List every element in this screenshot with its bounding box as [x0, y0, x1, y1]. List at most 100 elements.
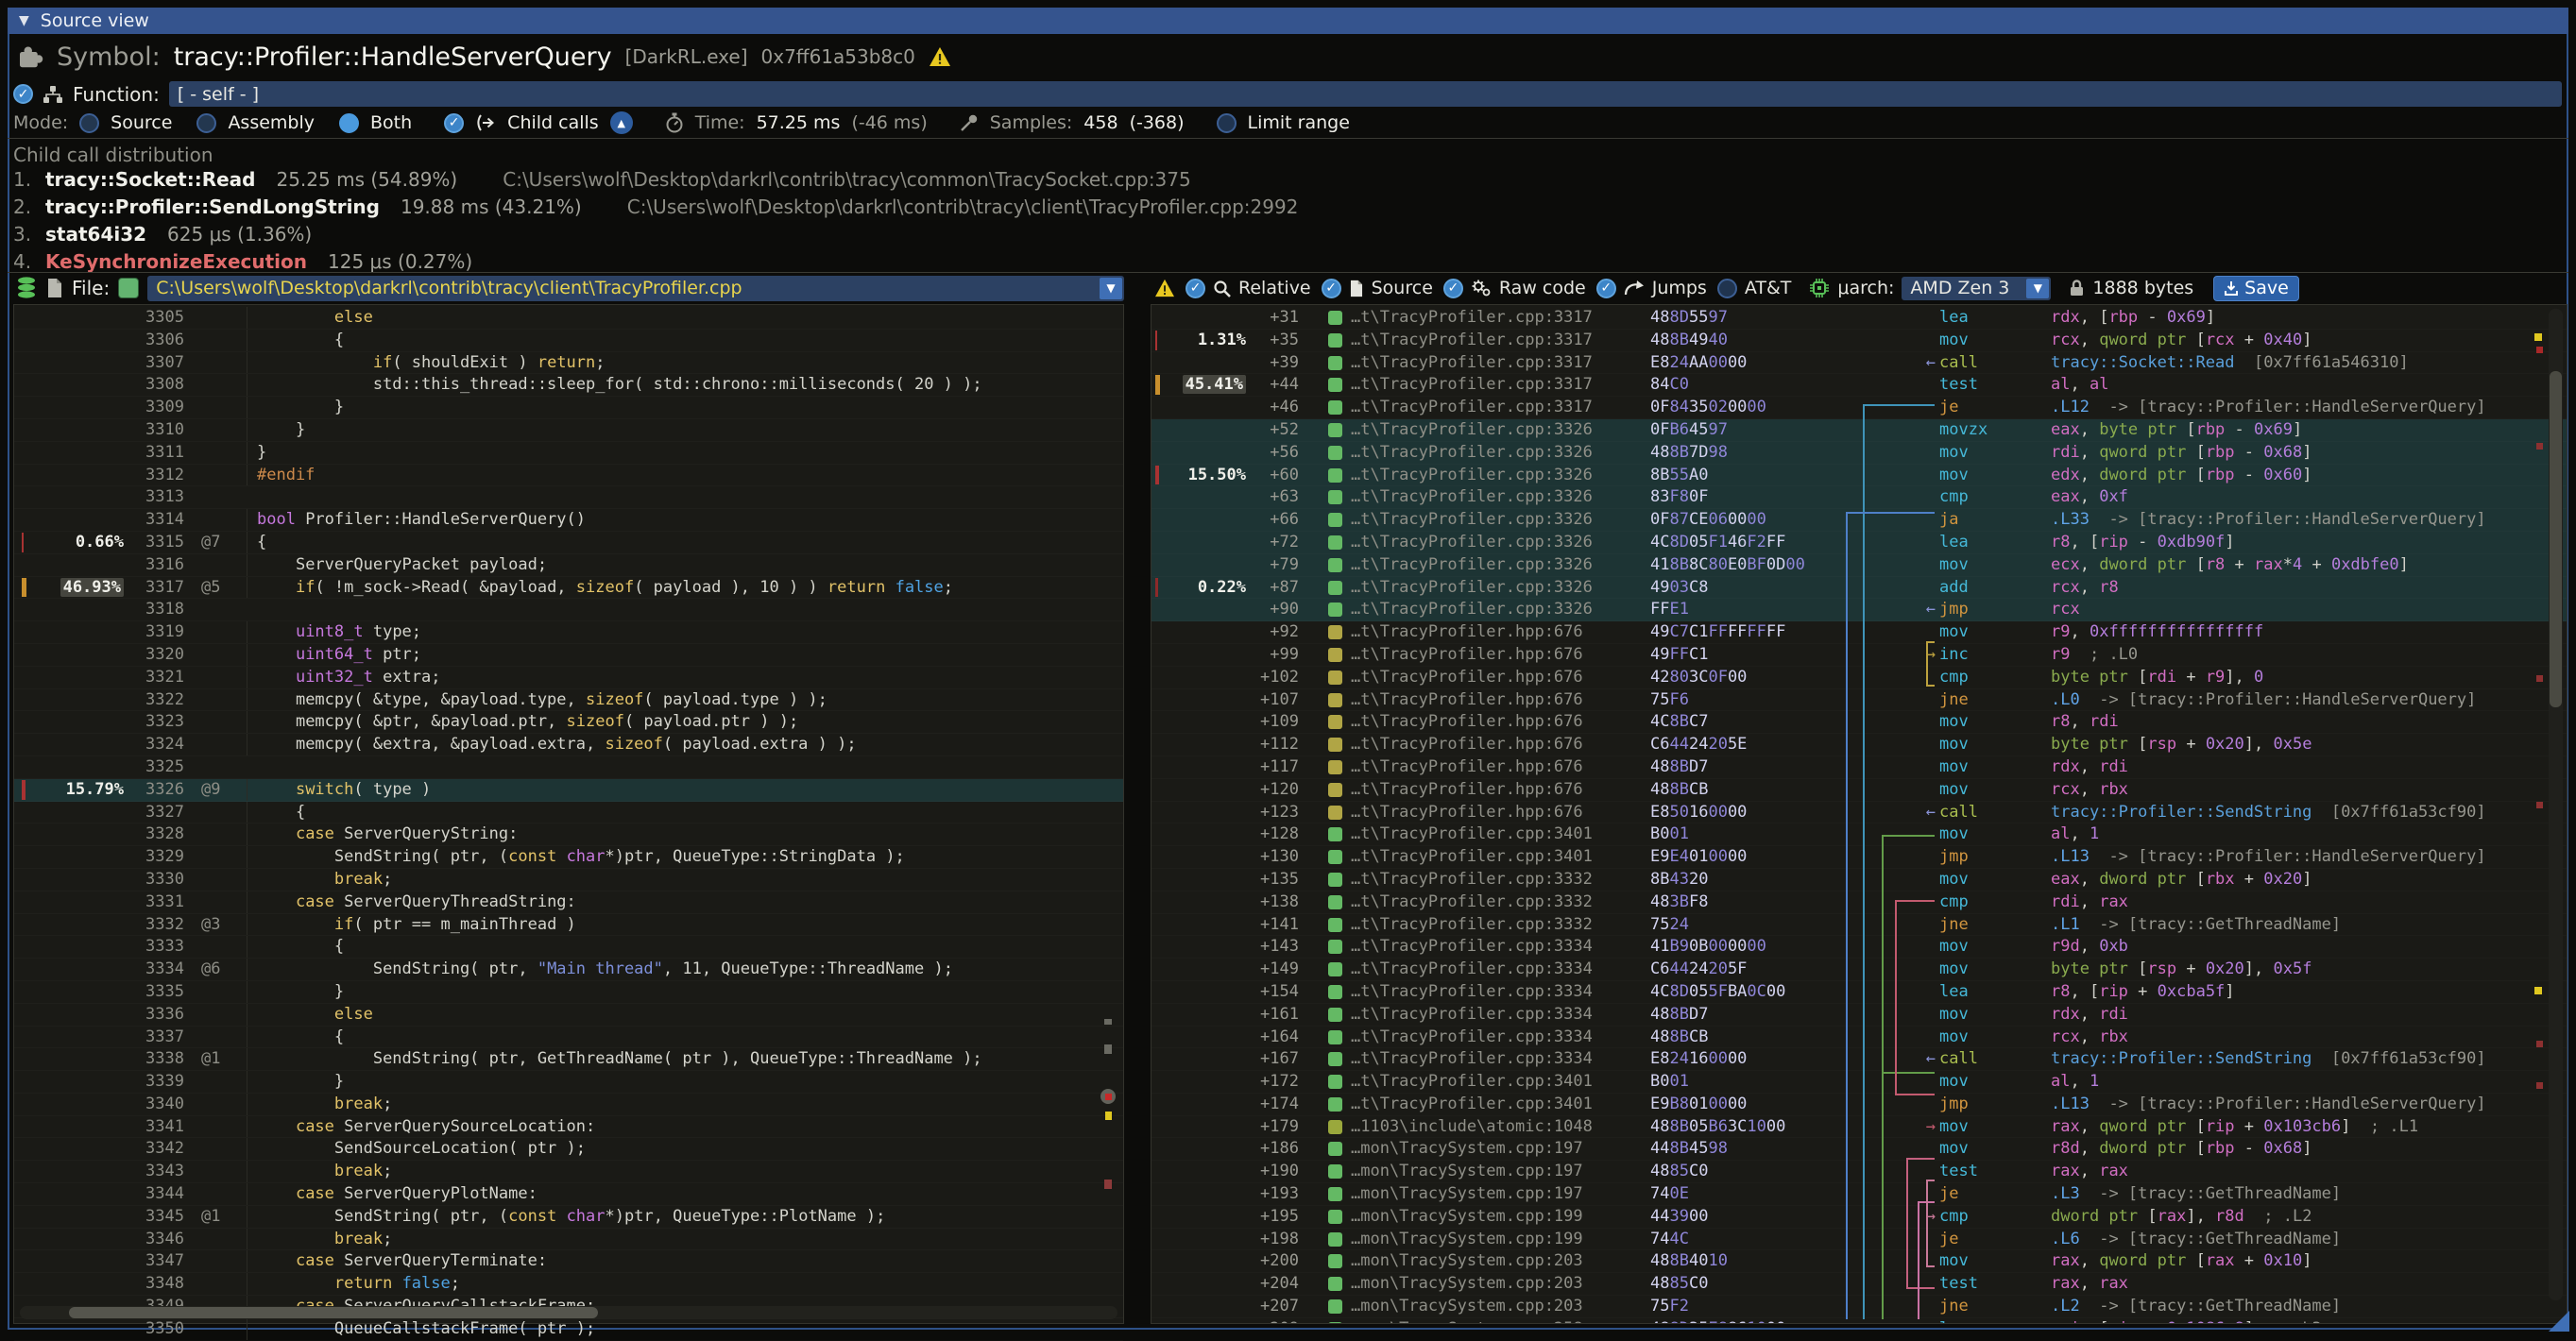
source-line[interactable]: 3328 case ServerQueryString:: [14, 823, 1123, 846]
assembly-line[interactable]: +167…t\TracyProfiler.cpp:3334E824160000←…: [1152, 1048, 2567, 1071]
source-line[interactable]: 3307 if( shouldExit ) return;: [14, 352, 1123, 375]
assembly-line[interactable]: 0.22%+87…t\TracyProfiler.cpp:33264903C8a…: [1152, 577, 2567, 600]
source-line[interactable]: 3325: [14, 756, 1123, 779]
assembly-vscrollbar-thumb[interactable]: [2550, 371, 2562, 707]
source-line[interactable]: 3314bool Profiler::HandleServerQuery(): [14, 509, 1123, 532]
assembly-line[interactable]: +164…t\TracyProfiler.cpp:3334488BCBmovrc…: [1152, 1027, 2567, 1049]
assembly-line[interactable]: +200…mon\TracySystem.cpp:203488B4010movr…: [1152, 1250, 2567, 1273]
assembly-line[interactable]: +143…t\TracyProfiler.cpp:333441B90B00000…: [1152, 936, 2567, 959]
uarch-select-arrow-icon[interactable]: ▼: [2026, 279, 2049, 298]
source-line[interactable]: 3333 {: [14, 936, 1123, 959]
source-line[interactable]: 3344 case ServerQueryPlotName:: [14, 1183, 1123, 1206]
source-line[interactable]: 3330 break;: [14, 869, 1123, 891]
assembly-line[interactable]: +198…mon\TracySystem.cpp:199744Cje.L6 ->…: [1152, 1229, 2567, 1251]
assembly-line[interactable]: +141…t\TracyProfiler.cpp:33327524jne.L1 …: [1152, 914, 2567, 937]
source-line[interactable]: 15.79%3326@9 switch( type ): [14, 779, 1123, 802]
source-line[interactable]: 3343 break;: [14, 1161, 1123, 1183]
assembly-line[interactable]: +63…t\TracyProfiler.cpp:332683F80Fcmpeax…: [1152, 486, 2567, 509]
assembly-line[interactable]: 15.50%+60…t\TracyProfiler.cpp:33268B55A0…: [1152, 465, 2567, 487]
att-label[interactable]: AT&T: [1745, 278, 1792, 298]
assembly-line[interactable]: +112…t\TracyProfiler.hpp:676C64424205Emo…: [1152, 734, 2567, 756]
assembly-line[interactable]: +92…t\TracyProfiler.hpp:67649C7C1FFFFFFF…: [1152, 621, 2567, 644]
assembly-line[interactable]: +207…mon\TracySystem.cpp:20375F2jne.L2 -…: [1152, 1296, 2567, 1318]
source-line[interactable]: 3324 memcpy( &extra, &payload.extra, siz…: [14, 734, 1123, 756]
assembly-line[interactable]: +117…t\TracyProfiler.hpp:676488BD7movrdx…: [1152, 756, 2567, 779]
source-line[interactable]: 3320 uint64_t ptr;: [14, 644, 1123, 667]
child-calls-label[interactable]: Child calls: [507, 112, 599, 133]
att-radio[interactable]: [1717, 279, 1737, 298]
mode-radio-source[interactable]: [79, 113, 99, 133]
mode-radio-both[interactable]: [339, 113, 359, 133]
source-line[interactable]: 3336 else: [14, 1004, 1123, 1027]
source-line[interactable]: 3347 case ServerQueryTerminate:: [14, 1250, 1123, 1273]
assembly-line[interactable]: +109…t\TracyProfiler.hpp:6764C8BC7movr8,…: [1152, 711, 2567, 734]
source-line[interactable]: 3339 }: [14, 1071, 1123, 1094]
source-line[interactable]: 3342 SendSourceLocation( ptr );: [14, 1138, 1123, 1161]
source-line[interactable]: 3335 }: [14, 981, 1123, 1004]
child-call-item[interactable]: 4.KeSynchronizeExecution125 μs (0.27%): [13, 250, 472, 273]
source-line[interactable]: 3350 QueueCallstackFrame( ptr );: [14, 1318, 1123, 1341]
source-line[interactable]: 3313: [14, 486, 1123, 509]
source-line[interactable]: 3318: [14, 599, 1123, 621]
assembly-line[interactable]: +128…t\TracyProfiler.cpp:3401B001moval, …: [1152, 823, 2567, 846]
file-select-arrow-icon[interactable]: ▼: [1100, 278, 1122, 299]
mode-radio-assembly[interactable]: [196, 113, 216, 133]
assembly-line[interactable]: +130…t\TracyProfiler.cpp:3401E9E4010000j…: [1152, 846, 2567, 869]
assembly-line[interactable]: +107…t\TracyProfiler.hpp:67675F6jne.L0 -…: [1152, 689, 2567, 712]
assembly-line[interactable]: +195…mon\TracySystem.cpp:199443900→cmpdw…: [1152, 1206, 2567, 1229]
source-line[interactable]: 46.93%3317@5 if( !m_sock->Read( &payload…: [14, 577, 1123, 600]
source-line[interactable]: 3338@1 SendString( ptr, GetThreadName( p…: [14, 1048, 1123, 1071]
assembly-line[interactable]: +46…t\TracyProfiler.cpp:33170F8435020000…: [1152, 397, 2567, 419]
relative-label[interactable]: Relative: [1238, 278, 1311, 298]
source-line[interactable]: 3341 case ServerQuerySourceLocation:: [14, 1116, 1123, 1139]
assembly-line[interactable]: +174…t\TracyProfiler.cpp:3401E9B8010000j…: [1152, 1094, 2567, 1116]
mode-assembly-label[interactable]: Assembly: [228, 112, 315, 133]
title-bar[interactable]: ▼ Source view: [8, 8, 2568, 34]
source-line[interactable]: 3305 else: [14, 307, 1123, 330]
relative-checkbox[interactable]: ✓: [1186, 279, 1205, 298]
assembly-line[interactable]: +102…t\TracyProfiler.hpp:67642803C0F00cm…: [1152, 667, 2567, 689]
source-line[interactable]: 3331 case ServerQueryThreadString:: [14, 891, 1123, 914]
source-line[interactable]: 3337 {: [14, 1027, 1123, 1049]
source-vscrollbar[interactable]: [1100, 309, 1117, 1299]
source-line[interactable]: 3309 }: [14, 397, 1123, 419]
source-line[interactable]: 3332@3 if( ptr == m_mainThread ): [14, 914, 1123, 937]
assembly-line[interactable]: +179…1103\include\atomic:1048488B05B63C1…: [1152, 1116, 2567, 1139]
jumps-checkbox[interactable]: ✓: [1596, 279, 1616, 298]
assembly-line[interactable]: +149…t\TracyProfiler.cpp:3334C64424205Fm…: [1152, 959, 2567, 981]
source-line[interactable]: 3348 return false;: [14, 1273, 1123, 1296]
source-hscrollbar-thumb[interactable]: [69, 1307, 598, 1318]
assembly-line[interactable]: +52…t\TracyProfiler.cpp:33260FB64597movz…: [1152, 419, 2567, 442]
assembly-line[interactable]: +190…mon\TracySystem.cpp:1974885C0testra…: [1152, 1161, 2567, 1183]
assembly-line[interactable]: +209…mon\TracySystem.cpp:258488D35E88610…: [1152, 1318, 2567, 1324]
assembly-line[interactable]: +79…t\TracyProfiler.cpp:3326418B8C80E0BF…: [1152, 554, 2567, 577]
assembly-line[interactable]: +56…t\TracyProfiler.cpp:3326488B7D98movr…: [1152, 442, 2567, 465]
source-checkbox-label[interactable]: Source: [1372, 278, 1433, 298]
assembly-line[interactable]: +161…t\TracyProfiler.cpp:3334488BD7movrd…: [1152, 1004, 2567, 1027]
assembly-line[interactable]: +99…t\TracyProfiler.hpp:67649FFC1→incr9 …: [1152, 644, 2567, 667]
source-line[interactable]: 3345@1 SendString( ptr, (const char*)ptr…: [14, 1206, 1123, 1229]
uarch-select[interactable]: AMD Zen 3 ▼: [1902, 277, 2051, 300]
source-line[interactable]: 3340 break;: [14, 1094, 1123, 1116]
assembly-line[interactable]: +66…t\TracyProfiler.cpp:33260F87CE060000…: [1152, 509, 2567, 532]
assembly-line[interactable]: +154…t\TracyProfiler.cpp:33344C8D055FBA0…: [1152, 981, 2567, 1004]
source-line[interactable]: 3334@6 SendString( ptr, "Main thread", 1…: [14, 959, 1123, 981]
source-line[interactable]: 0.66%3315@7{: [14, 532, 1123, 554]
source-line[interactable]: 3327 {: [14, 802, 1123, 824]
mode-both-label[interactable]: Both: [370, 112, 412, 133]
assembly-line[interactable]: +123…t\TracyProfiler.hpp:676E850160000←c…: [1152, 802, 2567, 824]
source-line[interactable]: 3329 SendString( ptr, (const char*)ptr, …: [14, 846, 1123, 869]
source-line[interactable]: 3306 {: [14, 330, 1123, 352]
source-checkbox[interactable]: ✓: [1322, 279, 1341, 298]
jumps-label[interactable]: Jumps: [1652, 278, 1707, 298]
collapse-triangle-icon[interactable]: ▼: [19, 13, 29, 28]
source-hscrollbar[interactable]: [20, 1306, 1117, 1319]
source-line[interactable]: 3323 memcpy( &ptr, &payload.ptr, sizeof(…: [14, 711, 1123, 734]
window-resize-handle[interactable]: [2549, 1311, 2569, 1332]
file-select[interactable]: C:\Users\wolf\Desktop\darkrl\contrib\tra…: [147, 276, 1124, 301]
limit-range-checkbox[interactable]: [1217, 113, 1237, 133]
child-call-item[interactable]: 2.tracy::Profiler::SendLongString19.88 m…: [13, 195, 1298, 218]
assembly-line[interactable]: +90…t\TracyProfiler.cpp:3326FFE1←jmprcx: [1152, 599, 2567, 621]
assembly-line[interactable]: +39…t\TracyProfiler.cpp:3317E824AA0000←c…: [1152, 352, 2567, 375]
assembly-line[interactable]: +72…t\TracyProfiler.cpp:33264C8D05F146F2…: [1152, 532, 2567, 554]
